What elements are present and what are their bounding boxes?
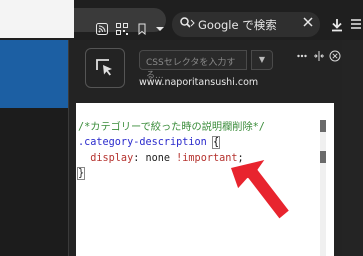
code-close-brace: }	[76, 167, 86, 180]
more-icon[interactable]	[297, 50, 307, 65]
menu-icon[interactable]	[350, 18, 362, 34]
code-property: display	[78, 152, 134, 164]
code-open-brace: {	[211, 136, 221, 149]
search-box[interactable]: Google で検索	[172, 12, 320, 37]
dock-icon[interactable]	[313, 50, 325, 65]
address-bar-end[interactable]	[74, 8, 166, 36]
site-domain: www.naporitansushi.com	[139, 77, 259, 88]
page-header-background	[0, 40, 68, 108]
css-selector-dropdown[interactable]: ▼	[251, 50, 273, 70]
scrollbar-thumb[interactable]	[320, 120, 326, 132]
page-right-area	[341, 40, 363, 256]
browser-toolbar: Google で検索	[0, 0, 363, 40]
tab-strip-area	[0, 0, 74, 38]
clear-icon[interactable]	[302, 16, 314, 31]
qr-code-icon[interactable]	[116, 23, 128, 35]
editor-scrollbar[interactable]	[320, 120, 326, 256]
annotation-arrow-icon	[228, 157, 292, 221]
chevron-down-icon: ▼	[258, 55, 266, 64]
close-icon[interactable]	[329, 50, 341, 65]
page-body-background	[0, 108, 68, 256]
search-label: Google で検索	[198, 18, 277, 32]
element-picker-icon	[96, 59, 112, 76]
code-comment-line: /*カテゴリーで絞った時の説明欄削除*/	[78, 121, 265, 133]
element-picker-button[interactable]	[85, 48, 125, 88]
code-selector: .category-description	[78, 137, 213, 148]
search-icon	[180, 17, 196, 32]
dropdown-arrow-icon[interactable]	[154, 23, 166, 35]
code-colon: :	[133, 152, 146, 164]
download-icon[interactable]	[331, 18, 343, 36]
bookmark-icon[interactable]	[136, 23, 148, 36]
css-selector-input[interactable]: CSSセレクタを入力する...	[139, 50, 247, 81]
scrollbar-marker	[320, 151, 326, 163]
code-value: none	[145, 152, 177, 164]
rss-icon[interactable]	[96, 23, 108, 35]
